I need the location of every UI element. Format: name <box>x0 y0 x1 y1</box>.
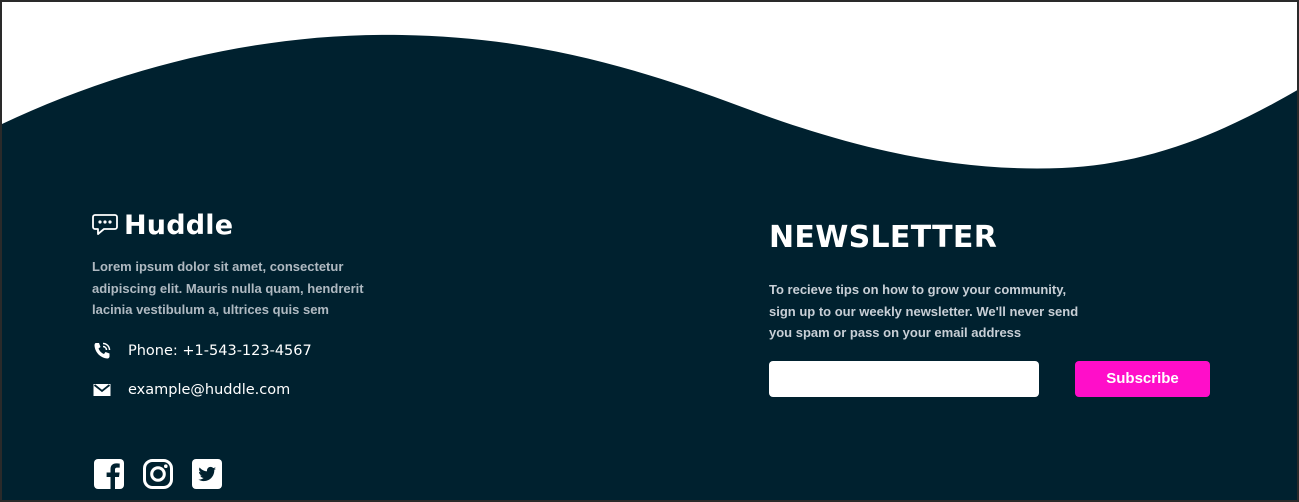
contact-email: example@huddle.com <box>92 378 392 402</box>
newsletter-title: NEWSLETTER <box>769 220 998 255</box>
newsletter-description: To recieve tips on how to grow your comm… <box>769 282 1079 340</box>
brand-logo[interactable]: Huddle <box>92 209 392 241</box>
subscribe-button[interactable]: Subscribe <box>1075 360 1210 397</box>
mail-icon <box>93 383 111 396</box>
contact-phone: Phone: +1-543-123-4567 <box>92 339 392 363</box>
social-links <box>93 458 223 490</box>
brand-name: Huddle <box>124 209 234 241</box>
page-frame: Huddle Lorem ipsum dolor sit amet, conse… <box>0 0 1299 502</box>
newsletter-form: Subscribe <box>769 360 1229 397</box>
email-text[interactable]: example@huddle.com <box>128 382 290 398</box>
instagram-icon[interactable] <box>142 458 174 490</box>
twitter-icon[interactable] <box>191 458 223 490</box>
facebook-icon[interactable] <box>93 458 125 490</box>
phone-icon <box>94 342 111 358</box>
newsletter-section: NEWSLETTER To recieve tips on how to gro… <box>769 220 1229 397</box>
email-input[interactable] <box>769 360 1039 397</box>
chat-bubble-icon <box>92 214 118 235</box>
phone-text: Phone: +1-543-123-4567 <box>128 342 312 359</box>
about-text: Lorem ipsum dolor sit amet, consectetur … <box>92 259 364 317</box>
footer-info: Huddle Lorem ipsum dolor sit amet, conse… <box>92 210 392 402</box>
